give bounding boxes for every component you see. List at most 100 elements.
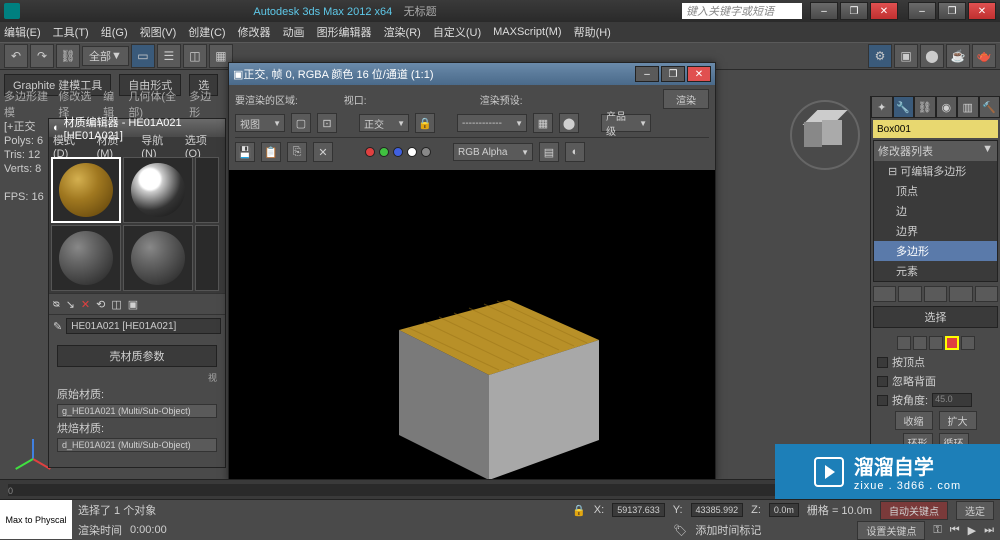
mat-menu-nav[interactable]: 导航(N) <box>141 132 177 160</box>
show-result-button[interactable] <box>898 286 921 302</box>
sel-set-button[interactable]: 选定 <box>956 501 994 520</box>
help-search-input[interactable]: 键入关键字或短语 <box>682 3 802 19</box>
coord-x[interactable]: 59137.633 <box>612 503 665 517</box>
mod-editable-poly[interactable]: ⊟ 可编辑多边形 <box>874 161 997 181</box>
eyedropper-icon[interactable]: ✎ <box>53 320 62 333</box>
clone-icon[interactable]: ⎘ <box>287 142 307 162</box>
subobj-polygon[interactable]: 多边形 <box>874 241 997 261</box>
blue-channel-toggle[interactable] <box>393 147 403 157</box>
env-icon[interactable]: ▦ <box>533 113 553 133</box>
close-button[interactable]: ✕ <box>968 2 996 20</box>
menu-graph[interactable]: 图形编辑器 <box>317 24 372 40</box>
material-slot-3[interactable] <box>195 157 219 223</box>
green-channel-toggle[interactable] <box>379 147 389 157</box>
app-icon[interactable] <box>4 3 20 19</box>
material-slot-6[interactable] <box>195 225 219 291</box>
mat-tool-put[interactable]: ▣ <box>128 298 138 311</box>
red-channel-toggle[interactable] <box>365 147 375 157</box>
viewport-dropdown[interactable]: 正交 <box>359 114 409 132</box>
menu-create[interactable]: 创建(C) <box>188 24 225 40</box>
material-slot-4[interactable] <box>51 225 121 291</box>
select-region-button[interactable]: ◫ <box>183 44 207 68</box>
key-filters-icon[interactable]: ⚿ <box>933 524 941 537</box>
maxscript-mini-listener[interactable]: Max to Physcal <box>0 500 72 539</box>
modifier-list-dropdown[interactable]: 修改器列表▼ <box>874 141 997 161</box>
render-button[interactable]: ⬤ <box>920 44 944 68</box>
render-setup-button[interactable]: ⚙ <box>868 44 892 68</box>
tab-create[interactable]: ✦ <box>871 96 893 118</box>
select-name-button[interactable]: ☰ <box>157 44 181 68</box>
baked-material-button[interactable]: d_HE01A021 (Multi/Sub-Object) <box>57 438 217 452</box>
tab-hierarchy[interactable]: ⛓ <box>914 96 936 118</box>
menu-customize[interactable]: 自定义(U) <box>433 24 481 40</box>
menu-animation[interactable]: 动画 <box>283 24 305 40</box>
play-controls-play[interactable]: ▶ <box>968 524 976 537</box>
channel-dropdown[interactable]: RGB Alpha <box>453 143 533 161</box>
copy-icon[interactable]: 📋 <box>261 142 281 162</box>
subobj-edge[interactable]: 边 <box>874 201 997 221</box>
mat-tool-make[interactable]: ◫ <box>111 298 121 311</box>
menu-modifiers[interactable]: 修改器 <box>238 24 271 40</box>
angle-spinner[interactable]: 45.0 <box>932 393 972 407</box>
sel-poly-icon[interactable] <box>945 336 959 350</box>
menu-maxscript[interactable]: MAXScript(M) <box>493 26 561 38</box>
select-button[interactable]: ▭ <box>131 44 155 68</box>
play-controls-next[interactable]: ⏭ <box>984 524 994 537</box>
menu-edit[interactable]: 编辑(E) <box>4 24 41 40</box>
subobj-vertex[interactable]: 顶点 <box>874 181 997 201</box>
play-controls-prev[interactable]: ⏮ <box>950 524 960 537</box>
auto-key-button[interactable]: 自动关键点 <box>880 501 948 520</box>
menu-help[interactable]: 帮助(H) <box>574 24 611 40</box>
coord-y[interactable]: 43385.992 <box>691 503 744 517</box>
clear-icon[interactable]: ▤ <box>539 142 559 162</box>
mat-menu-mode[interactable]: 模式(D) <box>53 132 89 160</box>
by-vertex-checkbox[interactable] <box>877 357 888 368</box>
render-frame-button[interactable]: ▣ <box>894 44 918 68</box>
orig-material-button[interactable]: g_HE01A021 (Multi/Sub-Object) <box>57 404 217 418</box>
render-max-button[interactable]: ❐ <box>661 66 685 82</box>
inner-restore-button[interactable]: ❐ <box>840 2 868 20</box>
menu-tools[interactable]: 工具(T) <box>53 24 89 40</box>
area-dropdown[interactable]: 视图 <box>235 114 285 132</box>
subobj-element[interactable]: 元素 <box>874 261 997 281</box>
time-slider[interactable]: 0 90 <box>0 479 870 499</box>
undo-button[interactable]: ↶ <box>4 44 28 68</box>
redo-button[interactable]: ↷ <box>30 44 54 68</box>
minimize-button[interactable]: ‒ <box>908 2 936 20</box>
render-close-button[interactable]: ✕ <box>687 66 711 82</box>
material-slot-1[interactable] <box>51 157 121 223</box>
restore-button[interactable]: ❐ <box>938 2 966 20</box>
menu-views[interactable]: 视图(V) <box>140 24 177 40</box>
add-time-tag[interactable]: 添加时间标记 <box>695 522 761 538</box>
subobj-border[interactable]: 边界 <box>874 221 997 241</box>
toggle-icon[interactable]: ◐ <box>565 142 585 162</box>
material-slot-2[interactable] <box>123 157 193 223</box>
menu-group[interactable]: 组(G) <box>101 24 128 40</box>
material-name-input[interactable] <box>66 318 221 334</box>
selection-rollout-header[interactable]: 选择 <box>873 306 998 328</box>
tab-utilities[interactable]: 🔨 <box>979 96 1000 118</box>
sel-edge-icon[interactable] <box>913 336 927 350</box>
sel-border-icon[interactable] <box>929 336 943 350</box>
mat-tool-pick[interactable]: ᴓ <box>53 298 60 310</box>
render-titlebar[interactable]: ▣ 正交, 帧 0, RGBA 颜色 16 位/通道 (1:1) ‒ ❐ ✕ <box>229 63 715 85</box>
mat-menu-options[interactable]: 选项(O) <box>185 132 221 160</box>
crop-icon[interactable]: ⊡ <box>317 113 337 133</box>
link-button[interactable]: ⛓ <box>56 44 80 68</box>
lock-icon[interactable]: 🔒 <box>415 113 435 133</box>
mono-channel-toggle[interactable] <box>421 147 431 157</box>
unique-button[interactable] <box>924 286 947 302</box>
inner-close-button[interactable]: ✕ <box>870 2 898 20</box>
effects-icon[interactable]: ⬤ <box>559 113 579 133</box>
selection-filter-dropdown[interactable]: 全部 ▼ <box>82 46 129 66</box>
pin-stack-button[interactable] <box>873 286 896 302</box>
render-viewport[interactable] <box>229 170 715 500</box>
grow-button[interactable]: 扩大 <box>939 411 977 430</box>
mat-tool-del[interactable]: ✕ <box>81 298 90 311</box>
remove-mod-button[interactable] <box>949 286 972 302</box>
mat-menu-material[interactable]: 材质(M) <box>97 132 134 160</box>
alpha-channel-toggle[interactable] <box>407 147 417 157</box>
lock-sel-icon[interactable]: 🔒 <box>572 504 586 517</box>
menu-render[interactable]: 渲染(R) <box>384 24 421 40</box>
by-angle-checkbox[interactable] <box>877 395 888 406</box>
